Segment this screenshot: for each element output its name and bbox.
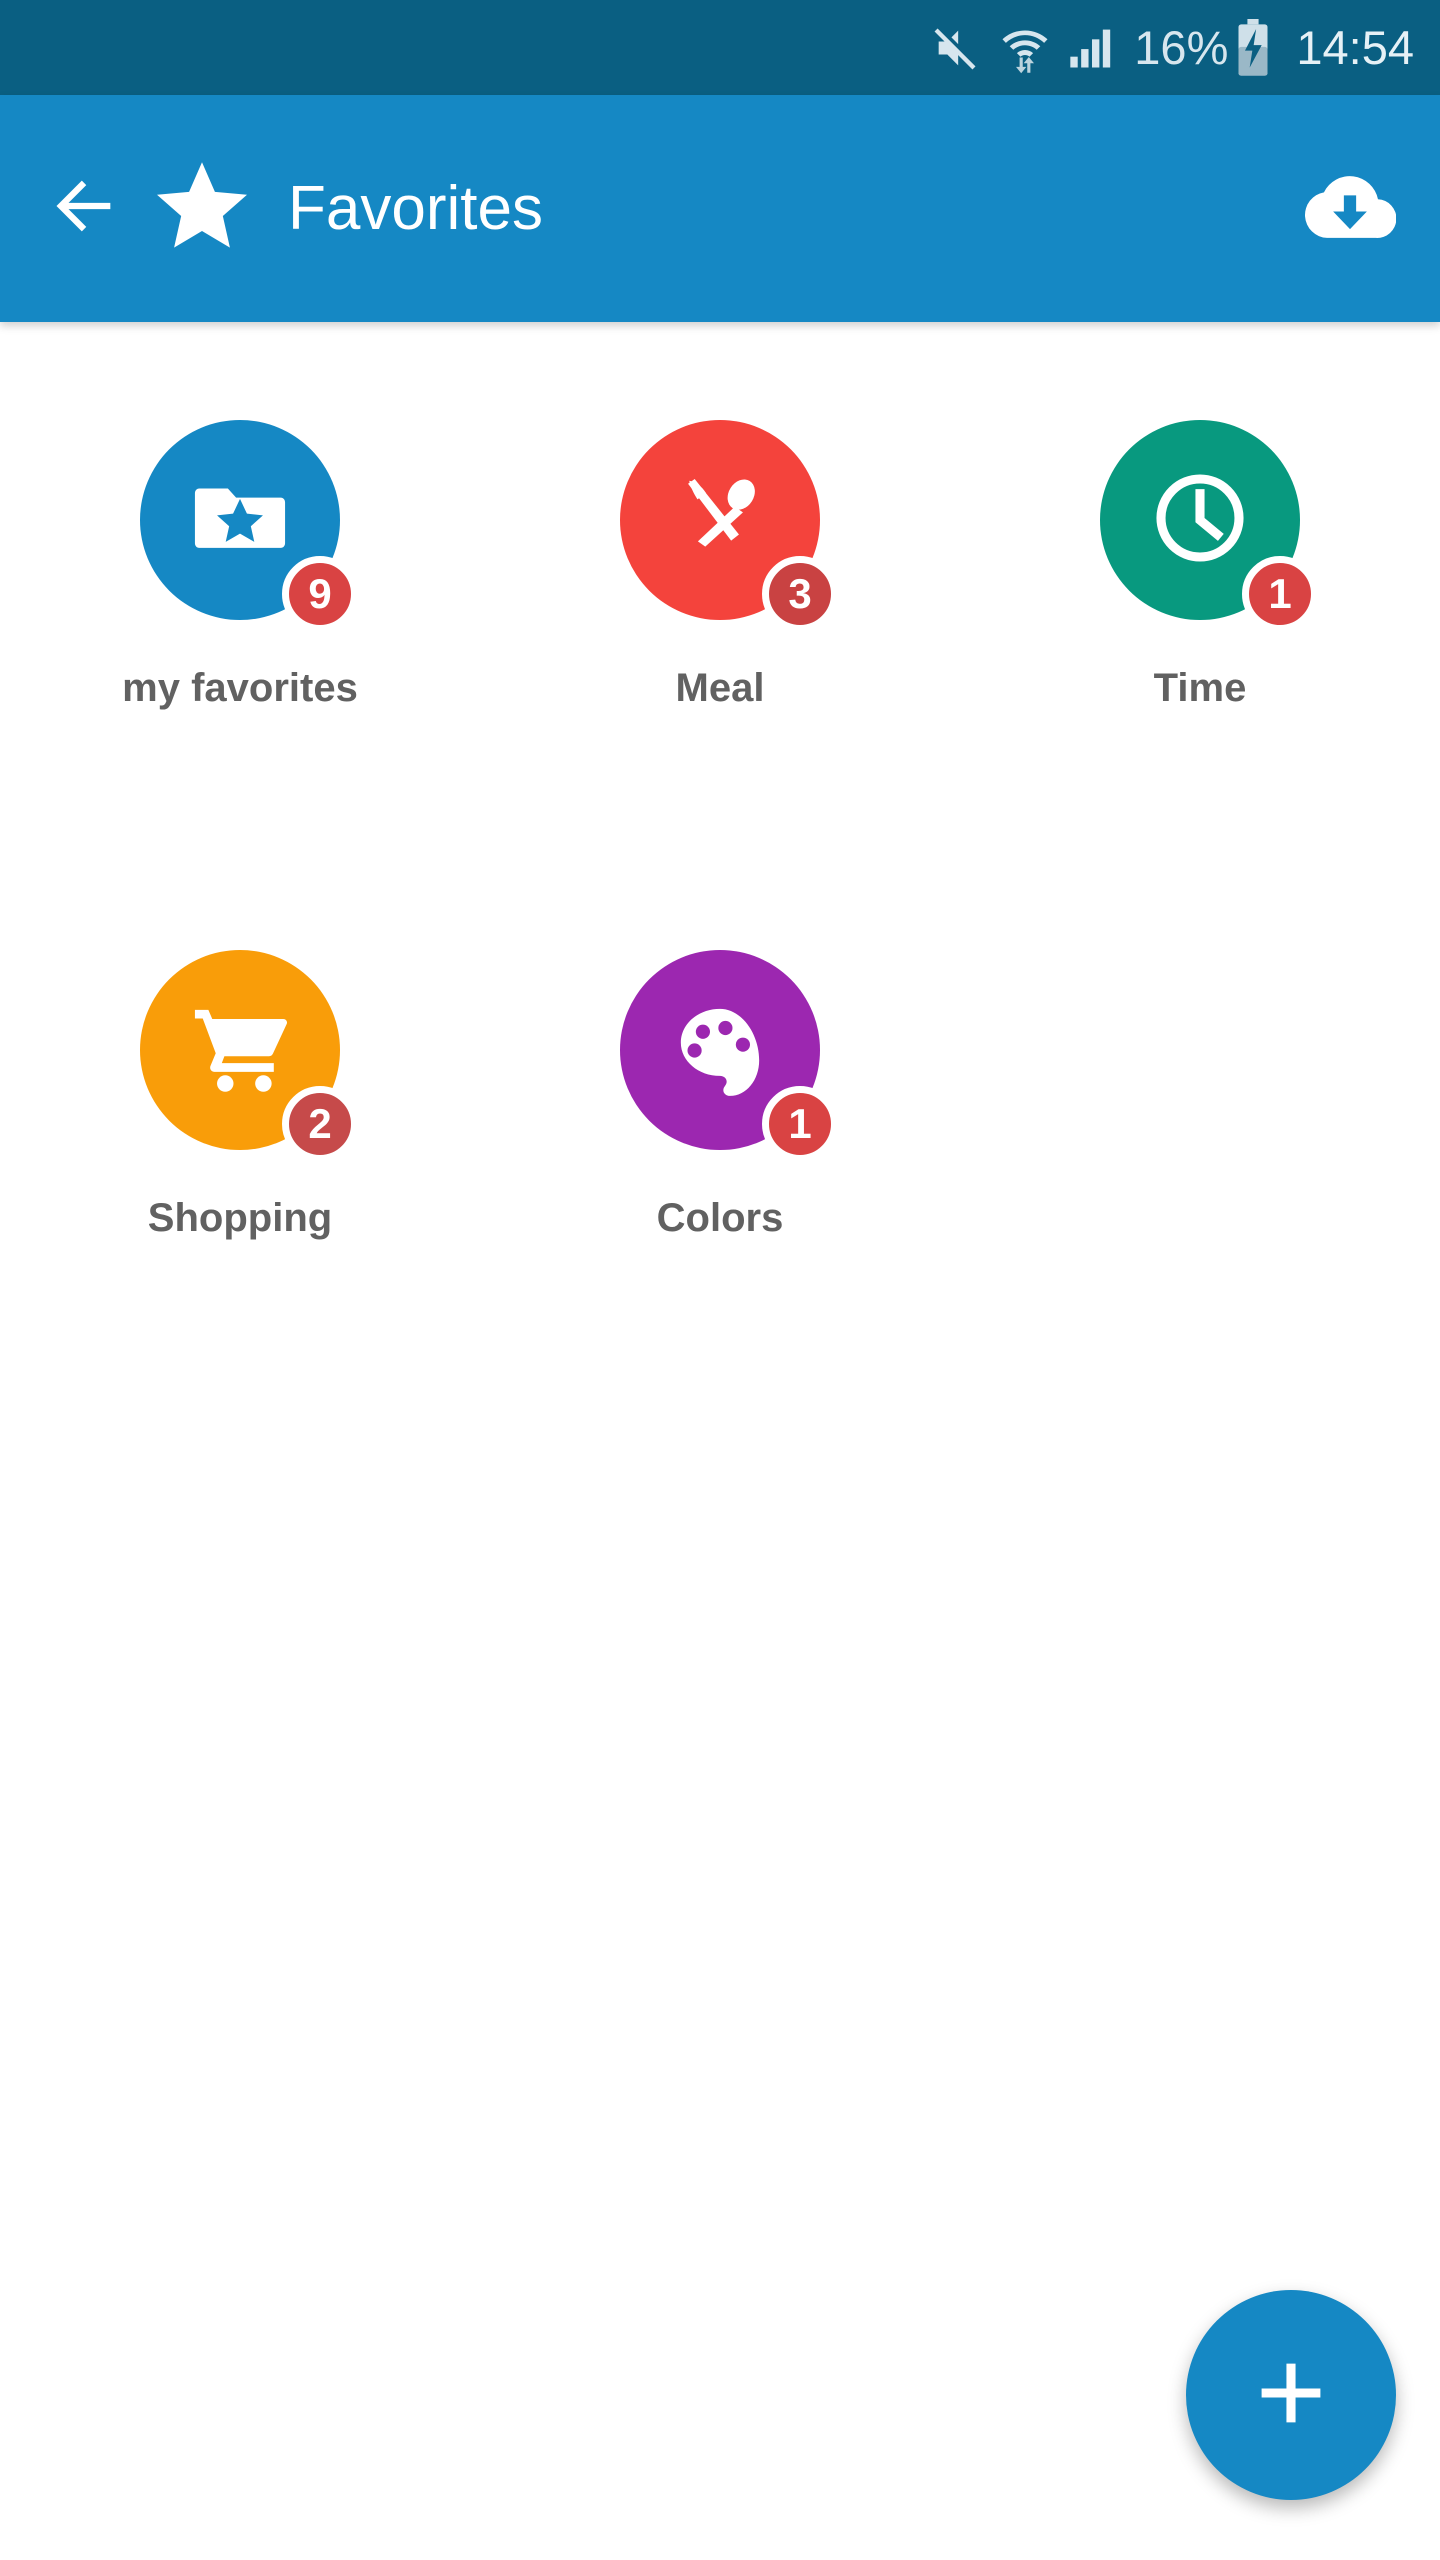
tile-circle-wrap: 2 bbox=[140, 950, 358, 1162]
category-tile-my-favorites[interactable]: 9 my favorites bbox=[0, 420, 480, 950]
shopping-cart-icon bbox=[188, 996, 292, 1105]
category-badge: 1 bbox=[762, 1086, 838, 1162]
wifi-transfer-icon bbox=[998, 21, 1052, 75]
tile-circle-wrap: 3 bbox=[620, 420, 838, 632]
cloud-download-icon bbox=[1304, 160, 1397, 257]
mute-icon bbox=[930, 22, 982, 74]
category-label: Meal bbox=[675, 666, 765, 710]
category-label: Shopping bbox=[147, 1196, 333, 1240]
download-button[interactable] bbox=[1304, 160, 1397, 257]
category-label: Time bbox=[1153, 666, 1247, 710]
cellular-signal-icon bbox=[1066, 22, 1118, 74]
back-button[interactable] bbox=[30, 168, 140, 249]
category-badge: 2 bbox=[282, 1086, 358, 1162]
clock-icon bbox=[1148, 466, 1252, 575]
plus-icon bbox=[1249, 2351, 1333, 2440]
battery-charging-icon bbox=[1232, 18, 1274, 77]
paint-palette-icon bbox=[670, 998, 770, 1103]
content-area: 9 my favorites 3 Meal 1 Time 2 Shopping … bbox=[0, 322, 1440, 2560]
status-bar: 16% 14:54 bbox=[0, 0, 1440, 95]
category-label: Colors bbox=[656, 1196, 784, 1240]
category-label: my favorites bbox=[122, 666, 358, 710]
tile-circle-wrap: 1 bbox=[1100, 420, 1318, 632]
back-arrow-icon bbox=[47, 168, 123, 249]
category-tile-shopping[interactable]: 2 Shopping bbox=[0, 950, 480, 1480]
category-tile-meal[interactable]: 3 Meal bbox=[480, 420, 960, 950]
tile-circle-wrap: 1 bbox=[620, 950, 838, 1162]
add-button[interactable] bbox=[1186, 2290, 1396, 2500]
star-icon bbox=[152, 156, 252, 261]
category-badge: 1 bbox=[1242, 556, 1318, 632]
category-badge: 9 bbox=[282, 556, 358, 632]
status-bar-icons: 16% 14:54 bbox=[930, 18, 1414, 77]
category-badge: 3 bbox=[762, 556, 838, 632]
status-bar-clock: 14:54 bbox=[1296, 21, 1414, 74]
app-bar: Favorites bbox=[0, 95, 1440, 322]
battery-percent-label: 16% bbox=[1134, 21, 1229, 74]
page-title: Favorites bbox=[288, 174, 543, 243]
app-bar-logo bbox=[152, 156, 252, 261]
category-grid: 9 my favorites 3 Meal 1 Time 2 Shopping … bbox=[0, 420, 1440, 1480]
knife-spoon-icon bbox=[668, 466, 772, 575]
tile-circle-wrap: 9 bbox=[140, 420, 358, 632]
folder-star-icon bbox=[188, 466, 292, 575]
category-tile-time[interactable]: 1 Time bbox=[960, 420, 1440, 950]
category-tile-colors[interactable]: 1 Colors bbox=[480, 950, 960, 1480]
